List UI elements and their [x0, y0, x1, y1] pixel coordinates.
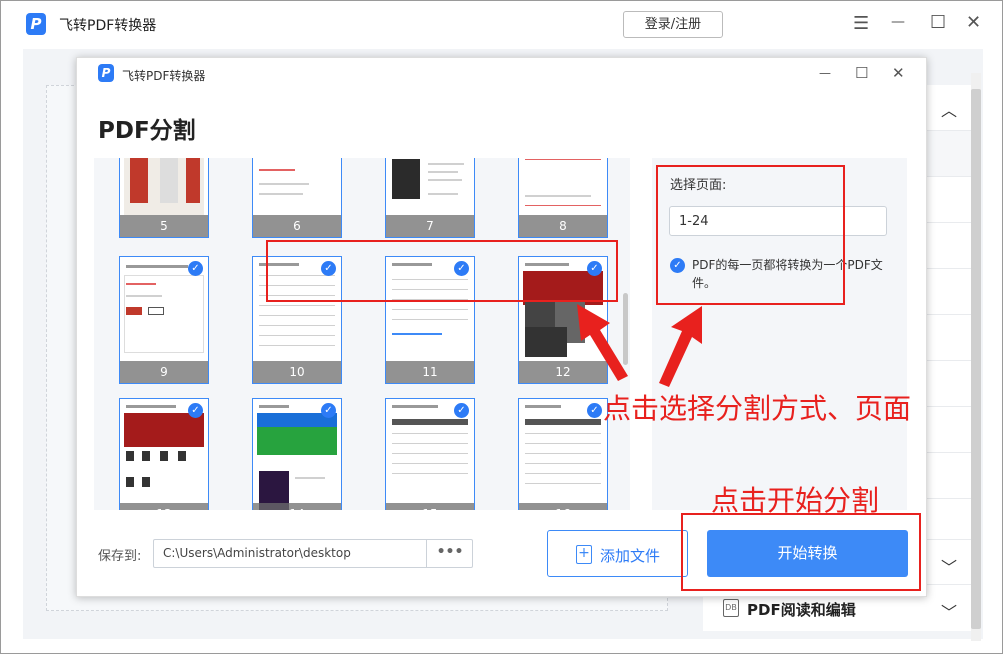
- arrow-to-thumbnails: [577, 304, 628, 381]
- annotation-select-hint: 点击选择分割方式、页面: [603, 392, 912, 425]
- annotation-arrows: [577, 304, 702, 387]
- arrow-to-settings: [659, 306, 702, 387]
- annotation-start-hint: 点击开始分割: [711, 484, 880, 517]
